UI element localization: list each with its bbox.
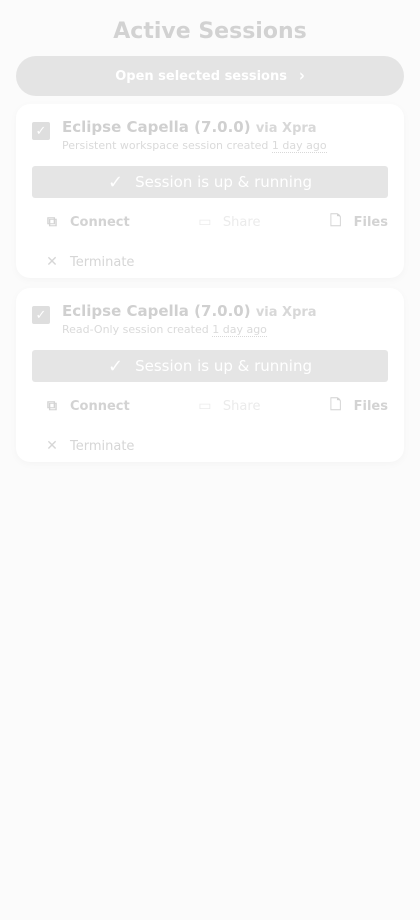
files-button[interactable]: 🗋 Files xyxy=(328,210,388,234)
session-actions-secondary: ✕ Terminate xyxy=(32,248,388,276)
session-header: ✓ Eclipse Capella (7.0.0) via Xpra Read-… xyxy=(32,302,388,340)
page-title: Active Sessions xyxy=(113,19,307,44)
terminate-label: Terminate xyxy=(70,254,135,270)
session-created-time: 1 day ago xyxy=(271,139,327,153)
session-actions: ⧉ Connect ▭ Share 🗋 Files xyxy=(32,392,388,420)
file-icon: 🗋 xyxy=(330,397,342,413)
session-status-banner: ✓ Session is up & running xyxy=(32,166,388,198)
check-icon: ✓ xyxy=(108,355,124,377)
session-connection-method: via Xpra xyxy=(255,305,317,320)
terminate-label: Terminate xyxy=(70,438,135,454)
connect-button[interactable]: ⧉ Connect xyxy=(44,398,130,414)
session-created-time: 1 day ago xyxy=(212,323,267,337)
active-sessions-page: Active Sessions Open selected sessions ›… xyxy=(0,0,420,920)
connect-label: Connect xyxy=(70,398,130,414)
session-description: Read-Only session created 1 day ago xyxy=(62,322,317,338)
session-select-checkbox[interactable]: ✓ xyxy=(32,306,50,324)
session-description: Persistent workspace session created 1 d… xyxy=(62,138,327,154)
connect-button[interactable]: ⧉ Connect xyxy=(44,214,130,230)
terminate-button[interactable]: ✕ Terminate xyxy=(44,254,134,270)
session-info: Eclipse Capella (7.0.0) via Xpra Persist… xyxy=(62,118,327,154)
session-card: ✓ Eclipse Capella (7.0.0) via Xpra Persi… xyxy=(16,104,404,278)
open-selected-sessions-label: Open selected sessions xyxy=(115,68,287,84)
checkmark-icon: ✓ xyxy=(35,307,47,323)
close-icon: ✕ xyxy=(46,254,58,270)
check-icon: ✓ xyxy=(108,171,124,193)
session-card: ✓ Eclipse Capella (7.0.0) via Xpra Read-… xyxy=(16,288,404,462)
session-tool-name: Eclipse Capella (7.0.0) xyxy=(62,302,251,320)
files-label: Files xyxy=(353,398,388,414)
session-connection-method: via Xpra xyxy=(255,121,317,136)
file-icon: 🗋 xyxy=(330,213,342,229)
terminate-button[interactable]: ✕ Terminate xyxy=(44,438,134,454)
session-status-text: Session is up & running xyxy=(135,357,312,375)
screen-share-icon: ▭ xyxy=(198,214,212,230)
session-tool-name: Eclipse Capella (7.0.0) xyxy=(62,118,251,136)
open-in-new-icon: ⧉ xyxy=(47,214,57,230)
session-header: ✓ Eclipse Capella (7.0.0) via Xpra Persi… xyxy=(32,118,388,156)
checkmark-icon: ✓ xyxy=(35,123,47,139)
share-button[interactable]: ▭ Share xyxy=(197,398,261,414)
session-actions: ⧉ Connect ▭ Share 🗋 Files xyxy=(32,208,388,236)
files-label: Files xyxy=(353,214,388,230)
session-status-banner: ✓ Session is up & running xyxy=(32,350,388,382)
files-button[interactable]: 🗋 Files xyxy=(328,394,388,418)
session-type-text: Persistent workspace session created xyxy=(62,139,269,152)
session-status-text: Session is up & running xyxy=(135,173,312,191)
session-tool-line: Eclipse Capella (7.0.0) via Xpra xyxy=(62,302,317,322)
session-tool-line: Eclipse Capella (7.0.0) via Xpra xyxy=(62,118,327,138)
share-label: Share xyxy=(222,398,261,414)
connect-label: Connect xyxy=(70,214,130,230)
chevron-right-icon: › xyxy=(298,66,305,86)
screen-share-icon: ▭ xyxy=(198,398,212,414)
session-actions-secondary: ✕ Terminate xyxy=(32,432,388,460)
close-icon: ✕ xyxy=(46,438,58,454)
session-select-checkbox[interactable]: ✓ xyxy=(32,122,50,140)
share-label: Share xyxy=(222,214,261,230)
session-info: Eclipse Capella (7.0.0) via Xpra Read-On… xyxy=(62,302,317,338)
session-type-text: Read-Only session created xyxy=(62,323,209,336)
share-button[interactable]: ▭ Share xyxy=(197,214,261,230)
open-in-new-icon: ⧉ xyxy=(47,398,57,414)
open-selected-sessions-button[interactable]: Open selected sessions › xyxy=(16,56,404,96)
